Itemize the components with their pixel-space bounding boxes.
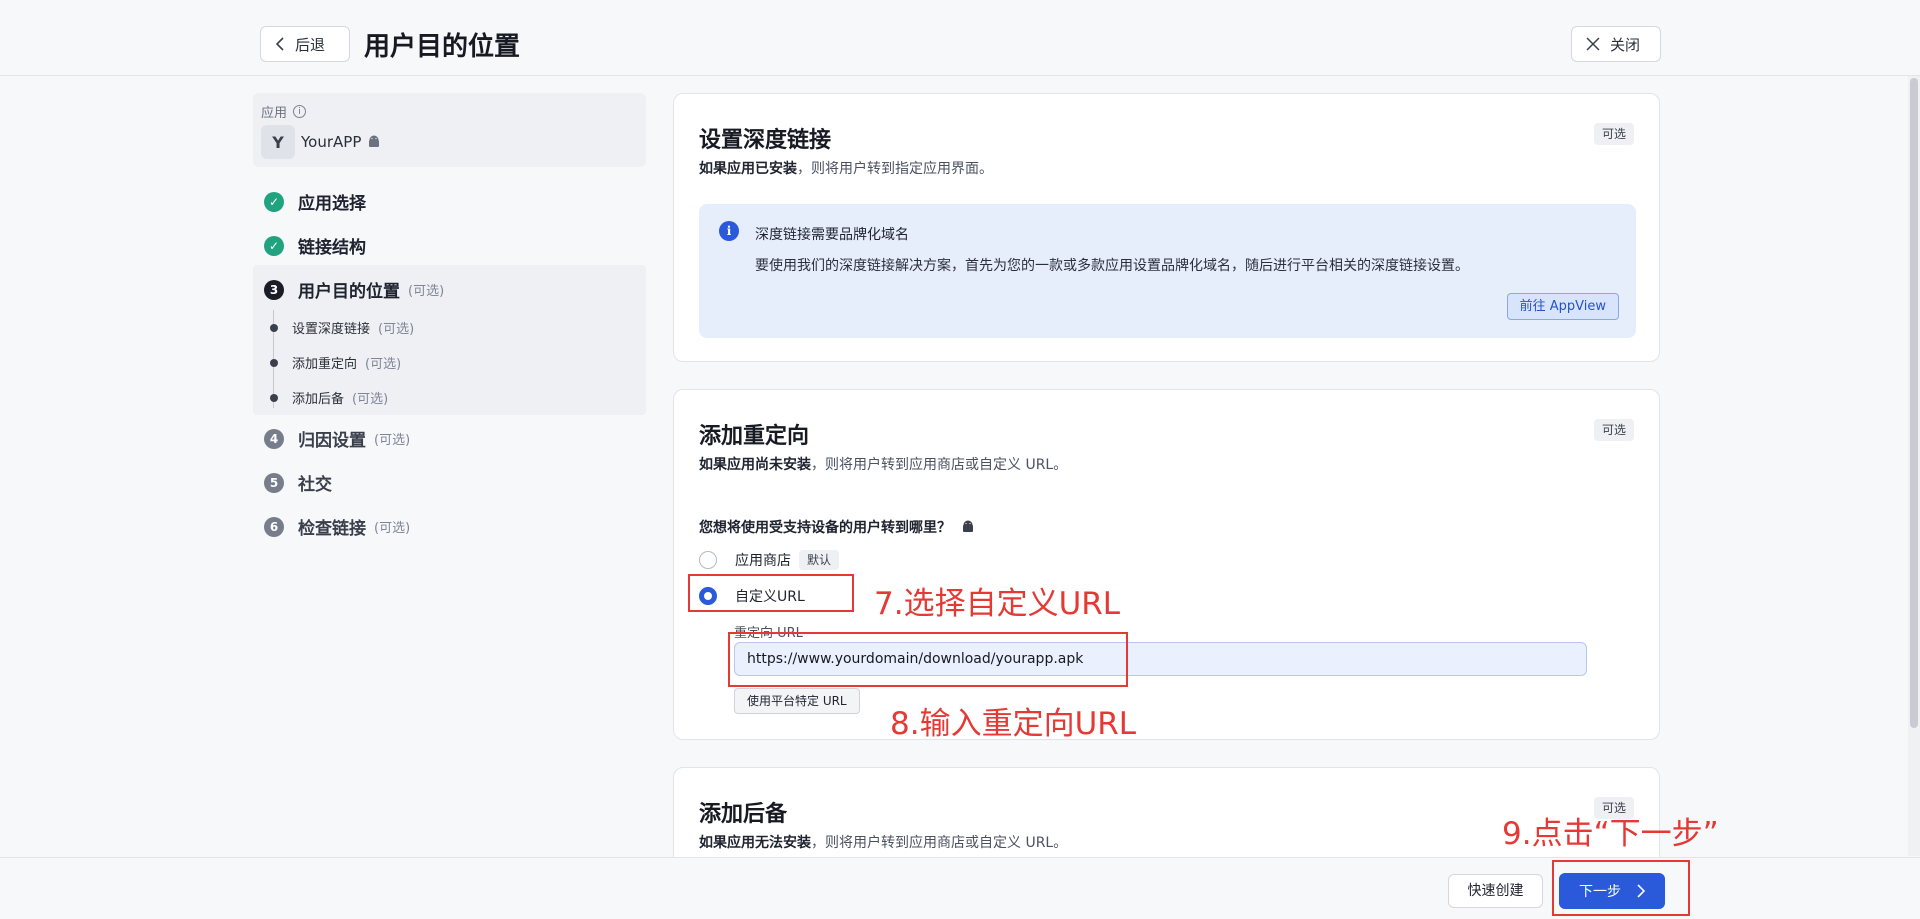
annotation-box-next (1552, 860, 1690, 916)
bullet-icon (270, 393, 278, 402)
android-icon (369, 135, 380, 147)
step-user-destination[interactable]: 3 用户目的位置 (可选) (264, 277, 444, 302)
substep-label: 添加后备 (292, 392, 345, 407)
step-label: 归因设置 (298, 431, 366, 451)
card-title: 设置深度链接 (699, 128, 832, 153)
card-title: 添加重定向 (699, 424, 810, 449)
info-title: 深度链接需要品牌化域名 (755, 227, 909, 243)
step-link-structure[interactable]: ✓ 链接结构 (264, 233, 366, 258)
bullet-icon (270, 323, 278, 332)
step-attribution[interactable]: 4 归因设置 (可选) (264, 426, 410, 451)
info-icon: i (719, 221, 739, 241)
goto-appview-button[interactable]: 前往 AppView (1506, 293, 1619, 320)
info-text: 要使用我们的深度链接解决方案，首先为您的一款或多款应用设置品牌化域名，随后进行平… (755, 258, 1469, 274)
platform-url-button[interactable]: 使用平台特定 URL (734, 688, 860, 714)
scroll-thumb[interactable] (1910, 78, 1918, 728)
optional-badge: 可选 (1593, 123, 1634, 145)
deeplink-card: 设置深度链接 如果应用已安装，则将用户转到指定应用界面。 可选 i 深度链接需要… (673, 93, 1660, 362)
step-app-selection[interactable]: ✓ 应用选择 (264, 189, 366, 214)
close-button[interactable]: 关闭 (1571, 26, 1661, 62)
app-name: YourAPP (301, 133, 362, 151)
redirect-question: 您想将使用受支持设备的用户转到哪里？ (699, 520, 951, 536)
step-social[interactable]: 5 社交 (264, 470, 332, 495)
page-title: 用户目的位置 (364, 32, 521, 62)
step-check-link[interactable]: 6 检查链接 (可选) (264, 514, 410, 539)
step-number: 3 (264, 279, 284, 300)
info-icon[interactable]: i (293, 105, 307, 118)
step-number: 6 (264, 516, 284, 537)
radio-app-store[interactable] (699, 551, 717, 569)
card-title: 添加后备 (699, 802, 788, 827)
optional-tag: (可选) (374, 433, 411, 448)
option-label: 应用商店 (735, 553, 791, 569)
optional-tag: (可选) (365, 357, 402, 372)
optional-tag: (可选) (374, 521, 411, 536)
close-label: 关闭 (1610, 35, 1641, 54)
step-number: 4 (264, 428, 284, 449)
top-header: 后退 用户目的位置 关闭 (0, 0, 1920, 76)
substep-redirect[interactable]: 添加重定向 (可选) (270, 353, 401, 372)
card-subtitle: 如果应用已安装，则将用户转到指定应用界面。 (699, 161, 993, 177)
app-label: 应用 (261, 106, 288, 121)
annotation-step9: 9.点击“下一步” (1502, 816, 1719, 852)
check-icon: ✓ (264, 191, 284, 212)
scrollbar[interactable] (1908, 76, 1920, 856)
close-icon (1586, 37, 1600, 51)
app-avatar: Y (261, 125, 295, 159)
annotation-step8: 8.输入重定向URL (890, 706, 1137, 742)
substep-label: 设置深度链接 (292, 322, 371, 337)
annotation-box-url-input (728, 632, 1128, 687)
back-label: 后退 (295, 35, 326, 54)
card-subtitle: 如果应用无法安装，则将用户转到应用商店或自定义 URL。 (699, 835, 1068, 851)
android-icon (963, 520, 973, 532)
substep-deeplink[interactable]: 设置深度链接 (可选) (270, 318, 414, 337)
optional-tag: (可选) (352, 392, 389, 407)
substep-label: 添加重定向 (292, 357, 358, 372)
info-box: i 深度链接需要品牌化域名 要使用我们的深度链接解决方案，首先为您的一款或多款应… (699, 204, 1636, 338)
optional-tag: (可选) (408, 284, 445, 299)
quick-create-button[interactable]: 快速创建 (1448, 874, 1543, 908)
chevron-left-icon (275, 37, 284, 51)
annotation-step7: 7.选择自定义URL (874, 586, 1121, 622)
step-label: 社交 (298, 475, 332, 495)
step-number: 5 (264, 472, 284, 493)
optional-badge: 可选 (1593, 419, 1634, 441)
step-label: 链接结构 (298, 238, 366, 258)
step-label: 用户目的位置 (298, 282, 400, 302)
option-app-store[interactable]: 应用商店 默认 (699, 550, 840, 570)
annotation-box-custom-url (688, 574, 854, 612)
default-badge: 默认 (799, 550, 840, 570)
step-label: 应用选择 (298, 194, 366, 214)
card-subtitle: 如果应用尚未安装，则将用户转到应用商店或自定义 URL。 (699, 457, 1068, 473)
back-button[interactable]: 后退 (260, 26, 350, 62)
check-icon: ✓ (264, 235, 284, 256)
app-card: 应用 i Y YourAPP (253, 93, 646, 167)
optional-tag: (可选) (378, 322, 415, 337)
bullet-icon (270, 358, 278, 367)
redirect-card: 添加重定向 如果应用尚未安装，则将用户转到应用商店或自定义 URL。 可选 您想… (673, 389, 1660, 740)
substep-fallback[interactable]: 添加后备 (可选) (270, 388, 388, 407)
step-label: 检查链接 (298, 519, 366, 539)
